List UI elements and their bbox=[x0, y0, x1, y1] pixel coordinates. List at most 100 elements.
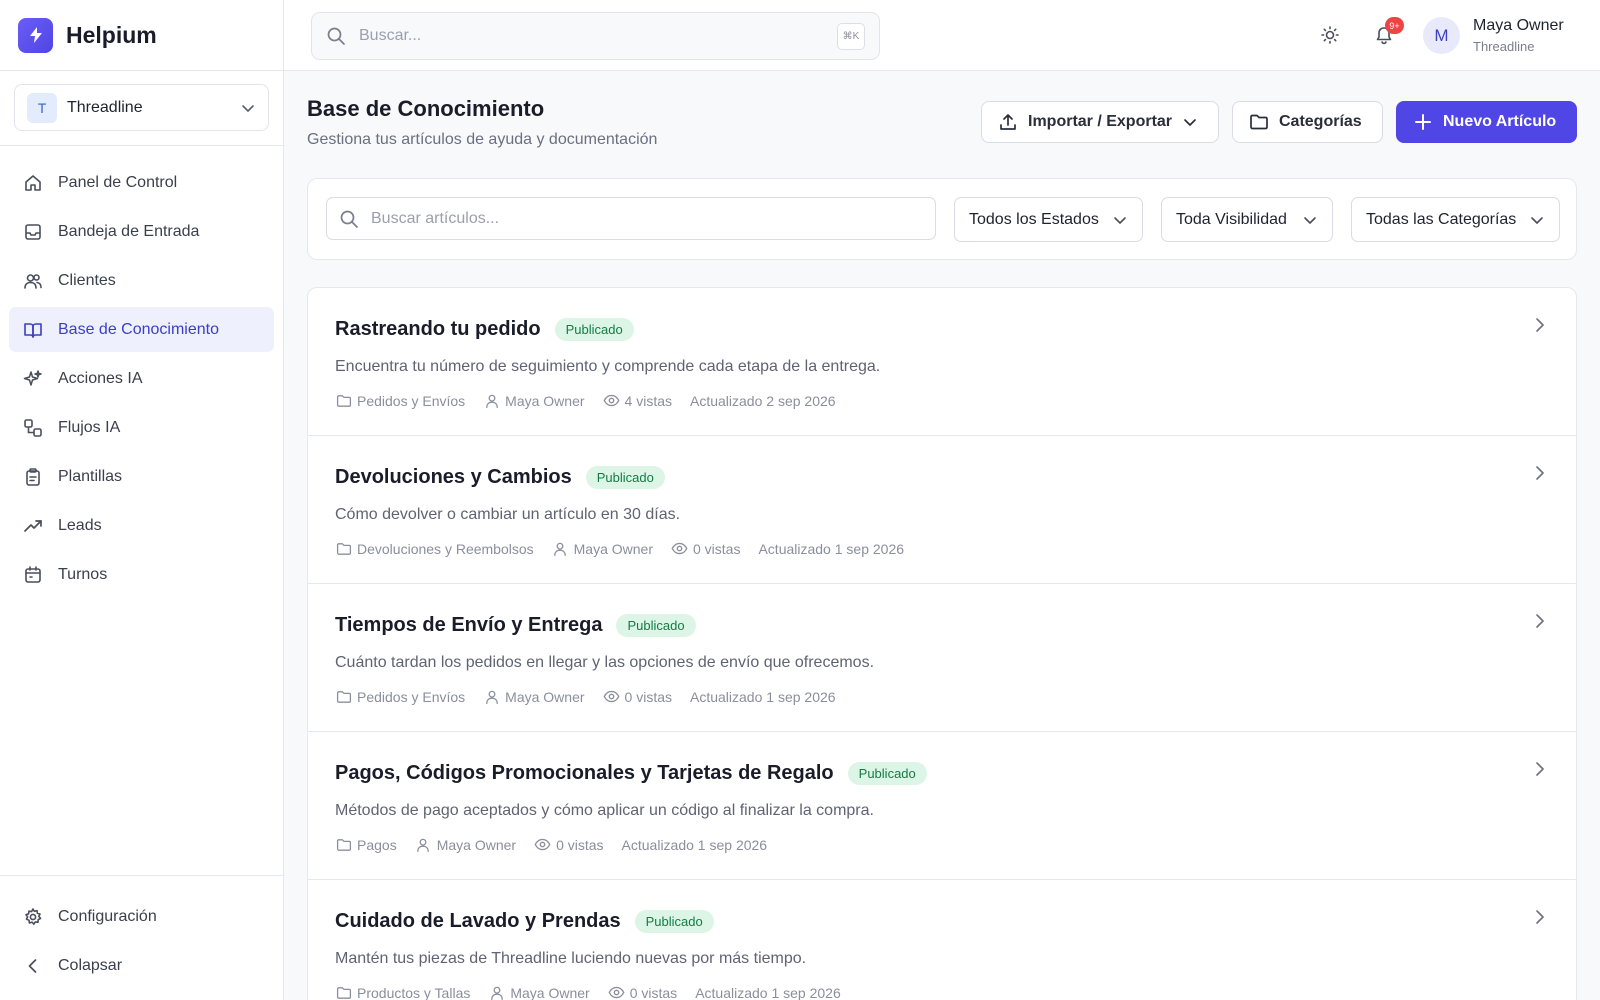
folder-icon bbox=[1249, 112, 1269, 132]
upload-icon bbox=[998, 112, 1018, 132]
home-icon bbox=[23, 173, 43, 193]
article-category: Pagos bbox=[357, 836, 397, 853]
plus-icon bbox=[1413, 112, 1433, 132]
sidebar-item-base-de-conocimiento[interactable]: Base de Conocimiento bbox=[9, 307, 274, 352]
user-icon bbox=[552, 540, 569, 557]
chevron-right-icon[interactable] bbox=[1530, 464, 1548, 482]
chevron-down-icon bbox=[1529, 212, 1545, 228]
sidebar-item-bandeja-de-entrada[interactable]: Bandeja de Entrada bbox=[9, 209, 274, 254]
status-filter-select[interactable]: Todos los Estados bbox=[954, 197, 1143, 242]
sun-icon bbox=[1320, 25, 1340, 45]
sidebar-item-label: Colapsar bbox=[58, 956, 123, 974]
chevron-right-icon[interactable] bbox=[1530, 612, 1548, 630]
article-title[interactable]: Cuidado de Lavado y Prendas bbox=[335, 910, 621, 933]
sidebar-item-flujos-ia[interactable]: Flujos IA bbox=[9, 405, 274, 450]
sidebar: Helpium T Threadline Panel de Control Ba… bbox=[0, 0, 284, 1000]
sidebar-item-label: Bandeja de Entrada bbox=[58, 222, 200, 240]
sidebar-item-label: Leads bbox=[58, 516, 102, 534]
workflow-icon bbox=[23, 418, 43, 438]
article-description: Encuentra tu número de seguimiento y com… bbox=[335, 358, 881, 375]
chevron-right-icon[interactable] bbox=[1530, 908, 1548, 926]
article-meta: Pedidos y Envíos Maya Owner 0 vistas Act… bbox=[335, 688, 854, 705]
folder-icon bbox=[335, 836, 352, 853]
article-title[interactable]: Devoluciones y Cambios bbox=[335, 466, 572, 489]
article-author: Maya Owner bbox=[505, 392, 585, 409]
brand[interactable]: Helpium bbox=[0, 0, 283, 71]
global-search-input[interactable]: Buscar... ⌘K bbox=[311, 12, 880, 60]
trending-up-icon bbox=[23, 516, 43, 536]
new-article-button[interactable]: Nuevo Artículo bbox=[1396, 101, 1577, 143]
org-avatar: T bbox=[27, 92, 57, 123]
list-item[interactable]: Cuidado de Lavado y Prendas Publicado Ma… bbox=[308, 880, 1576, 1000]
eye-icon bbox=[603, 392, 620, 409]
eye-icon bbox=[671, 540, 688, 557]
filters-bar: Buscar artículos... Todos los Estados To… bbox=[307, 178, 1577, 260]
chevron-right-icon[interactable] bbox=[1530, 316, 1548, 334]
import-export-button[interactable]: Importar / Exportar bbox=[981, 101, 1219, 143]
list-item[interactable]: Devoluciones y Cambios Publicado Cómo de… bbox=[308, 436, 1576, 584]
article-description: Métodos de pago aceptados y cómo aplicar… bbox=[335, 802, 874, 819]
sidebar-item-label: Clientes bbox=[58, 271, 116, 289]
article-meta: Devoluciones y Reembolsos Maya Owner 0 v… bbox=[335, 540, 922, 557]
sidebar-footer: Configuración Colapsar bbox=[0, 875, 283, 1000]
status-badge: Publicado bbox=[554, 318, 634, 341]
article-title[interactable]: Rastreando tu pedido bbox=[335, 318, 541, 341]
sidebar-item-label: Base de Conocimiento bbox=[58, 320, 219, 338]
article-category: Productos y Tallas bbox=[357, 984, 471, 1000]
gear-icon bbox=[23, 907, 43, 927]
user-name[interactable]: Maya Owner bbox=[1473, 17, 1564, 35]
visibility-filter-value: Toda Visibilidad bbox=[1176, 210, 1287, 228]
list-item[interactable]: Tiempos de Envío y Entrega Publicado Cuá… bbox=[308, 584, 1576, 732]
status-badge: Publicado bbox=[616, 614, 696, 637]
article-list: Rastreando tu pedido Publicado Encuentra… bbox=[307, 287, 1577, 1000]
folder-icon bbox=[335, 392, 352, 409]
article-title[interactable]: Tiempos de Envío y Entrega bbox=[335, 614, 602, 637]
visibility-filter-select[interactable]: Toda Visibilidad bbox=[1161, 197, 1333, 242]
sidebar-item-label: Panel de Control bbox=[58, 173, 178, 191]
sidebar-item-label: Plantillas bbox=[58, 467, 123, 485]
list-item[interactable]: Rastreando tu pedido Publicado Encuentra… bbox=[308, 288, 1576, 436]
article-search-input[interactable]: Buscar artículos... bbox=[326, 197, 936, 240]
sidebar-item-turnos[interactable]: Turnos bbox=[9, 552, 274, 597]
users-icon bbox=[23, 271, 43, 291]
article-author: Maya Owner bbox=[505, 688, 585, 705]
chevron-right-icon[interactable] bbox=[1530, 760, 1548, 778]
article-title[interactable]: Pagos, Códigos Promocionales y Tarjetas … bbox=[335, 762, 834, 785]
search-placeholder: Buscar... bbox=[359, 27, 422, 44]
article-category: Pedidos y Envíos bbox=[357, 688, 466, 705]
user-icon bbox=[483, 392, 500, 409]
page-title: Base de Conocimiento bbox=[307, 96, 545, 121]
status-badge: Publicado bbox=[585, 466, 665, 489]
article-updated: Actualizado 2 sep 2026 bbox=[690, 392, 836, 409]
article-updated: Actualizado 1 sep 2026 bbox=[690, 688, 836, 705]
sidebar-item-clientes[interactable]: Clientes bbox=[9, 258, 274, 303]
user-org: Threadline bbox=[1473, 39, 1535, 54]
sidebar-item-leads[interactable]: Leads bbox=[9, 503, 274, 548]
sidebar-item-acciones-ia[interactable]: Acciones IA bbox=[9, 356, 274, 401]
collapse-sidebar-button[interactable]: Colapsar bbox=[9, 943, 274, 988]
search-icon bbox=[326, 26, 346, 46]
list-item[interactable]: Pagos, Códigos Promocionales y Tarjetas … bbox=[308, 732, 1576, 880]
topbar: Buscar... ⌘K 9+ M Maya Owner Threadline bbox=[284, 0, 1600, 71]
sidebar-item-label: Acciones IA bbox=[58, 369, 143, 387]
calendar-icon bbox=[23, 565, 43, 585]
user-icon bbox=[483, 688, 500, 705]
article-updated: Actualizado 1 sep 2026 bbox=[695, 984, 841, 1000]
search-icon bbox=[339, 209, 359, 229]
sidebar-item-panel-de-control[interactable]: Panel de Control bbox=[9, 160, 274, 205]
sidebar-item-label: Flujos IA bbox=[58, 418, 121, 436]
article-description: Cuánto tardan los pedidos en llegar y la… bbox=[335, 654, 875, 671]
org-switcher[interactable]: T Threadline bbox=[14, 84, 269, 131]
avatar[interactable]: M bbox=[1423, 17, 1460, 54]
chevron-down-icon bbox=[1182, 114, 1198, 130]
categories-button[interactable]: Categorías bbox=[1232, 101, 1383, 143]
theme-toggle-button[interactable] bbox=[1317, 22, 1343, 48]
sidebar-item-plantillas[interactable]: Plantillas bbox=[9, 454, 274, 499]
article-views: 0 vistas bbox=[629, 984, 678, 1000]
notifications-button[interactable]: 9+ bbox=[1371, 17, 1404, 48]
eye-icon bbox=[603, 688, 620, 705]
category-filter-select[interactable]: Todas las Categorías bbox=[1351, 197, 1560, 242]
chevron-down-icon bbox=[1302, 212, 1318, 228]
sidebar-item-configuracion[interactable]: Configuración bbox=[9, 894, 274, 939]
notification-badge: 9+ bbox=[1385, 17, 1404, 34]
